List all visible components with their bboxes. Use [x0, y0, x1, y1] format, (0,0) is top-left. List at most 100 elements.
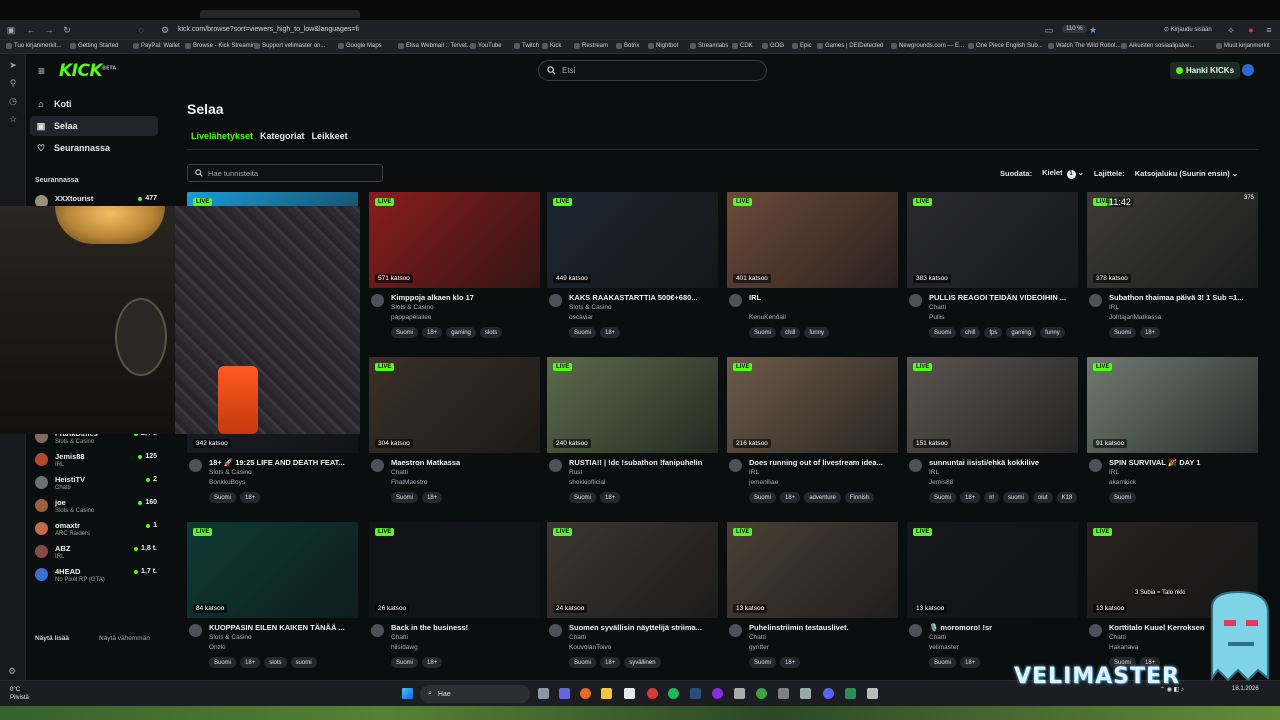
stream-thumbnail[interactable]: LIVE 304 katsoo: [369, 357, 540, 453]
xbox-icon[interactable]: [756, 688, 767, 699]
stream-card[interactable]: LIVE 91 katsoo SPIN SURVIVAL 🎉 DAY 1 IRL aka…: [1087, 357, 1258, 517]
stream-title[interactable]: KUOPPASIN EILEN KAIKEN TÄNÄÄ ...: [209, 623, 357, 632]
stream-tag[interactable]: suomi: [1002, 492, 1029, 503]
stream-tag[interactable]: Suomi: [209, 492, 237, 503]
stream-username[interactable]: jemeniliae: [749, 479, 778, 486]
avatar[interactable]: [549, 624, 562, 637]
stream-tag[interactable]: adventure: [804, 492, 841, 503]
stream-card[interactable]: LIVE 151 katsoo sunnuntai iisisti/ehkä kok…: [907, 357, 1078, 517]
avatar[interactable]: [1089, 624, 1102, 637]
stream-tag[interactable]: chill: [960, 327, 981, 338]
stream-tag[interactable]: suomi: [290, 657, 317, 668]
stream-username[interactable]: Pullis: [929, 314, 945, 321]
stream-tag[interactable]: Suomi: [569, 657, 597, 668]
stream-tag[interactable]: 18+: [600, 327, 621, 338]
bookmark-item[interactable]: GOG: [762, 43, 784, 49]
stream-username[interactable]: FhatMaestro: [391, 479, 428, 486]
avatar[interactable]: [549, 294, 562, 307]
languages-dropdown[interactable]: Kielet 1 ⌄: [1042, 168, 1084, 179]
get-kicks-button[interactable]: Hanki KICKs: [1170, 62, 1241, 79]
avatar[interactable]: [729, 624, 742, 637]
search-input[interactable]: Etsi: [538, 60, 767, 81]
app-icon[interactable]: [800, 688, 811, 699]
sidebar-pin-icon[interactable]: ⚲: [7, 78, 19, 90]
tab-livestreams[interactable]: Livelähetykset: [191, 131, 253, 141]
stream-title[interactable]: Subathon thaimaa päivä 3! 1 Sub =1...: [1109, 293, 1257, 302]
firefox-icon[interactable]: [580, 688, 591, 699]
bookmark-item[interactable]: Twitch: [514, 43, 539, 49]
stream-tag[interactable]: syvällinen: [624, 657, 661, 668]
bookmark-item[interactable]: Botrix: [616, 43, 639, 49]
stream-title[interactable]: SPIN SURVIVAL 🎉 DAY 1: [1109, 458, 1257, 467]
shield-icon[interactable]: ◌: [134, 23, 148, 37]
following-item[interactable]: ABZ IRL 1,8 t.: [35, 543, 157, 563]
stream-tag[interactable]: Suomi: [569, 492, 597, 503]
stream-thumbnail[interactable]: LIVE 216 katsoo: [727, 357, 898, 453]
bookmark-item[interactable]: Browse - Kick Streaming: [185, 43, 259, 49]
stream-category[interactable]: Slots & Casino: [209, 634, 252, 641]
stream-tag[interactable]: Suomi: [391, 492, 419, 503]
stream-category[interactable]: Chatti: [569, 634, 586, 641]
show-less-link[interactable]: Näytä vähemmän: [99, 635, 150, 642]
file-explorer-icon[interactable]: [601, 688, 612, 699]
stream-tag[interactable]: Suomi: [391, 327, 419, 338]
stream-tag[interactable]: olut: [1032, 492, 1053, 503]
stream-tag[interactable]: 18+: [960, 492, 981, 503]
taskbar-search[interactable]: ⌕ Hae: [420, 685, 530, 703]
stream-thumbnail[interactable]: LIVE 383 katsoo: [907, 192, 1078, 288]
stream-title[interactable]: IRL: [749, 293, 897, 302]
stream-thumbnail[interactable]: LIVE 91 katsoo: [1087, 357, 1258, 453]
bookmark-item[interactable]: One Piece English Sub...: [968, 43, 1043, 49]
steam-icon[interactable]: [690, 688, 701, 699]
app-icon[interactable]: [647, 688, 658, 699]
stream-thumbnail[interactable]: LIVE 13 katsoo: [907, 522, 1078, 618]
favorites-icon[interactable]: ☆: [7, 114, 19, 126]
stream-tag[interactable]: Suomi: [749, 327, 777, 338]
avatar[interactable]: [189, 459, 202, 472]
stream-card[interactable]: LIVE 84 katsoo KUOPPASIN EILEN KAIKEN TÄNÄ…: [187, 522, 358, 682]
show-more-link[interactable]: Näytä lisää: [35, 635, 69, 642]
sidebar-nav-icon[interactable]: ➤: [7, 60, 19, 72]
avatar[interactable]: [729, 294, 742, 307]
bookmark-item[interactable]: Tuo kirjanmerkit...: [6, 43, 61, 49]
stream-username[interactable]: hilsidawg: [391, 644, 418, 651]
stream-category[interactable]: IRL: [929, 469, 939, 476]
following-item[interactable]: HeistiTV Chatti 2: [35, 474, 157, 494]
stream-username[interactable]: KenuKendall: [749, 314, 786, 321]
stream-category[interactable]: IRL: [1109, 304, 1119, 311]
stream-title[interactable]: Does running out of livestream idea...: [749, 458, 897, 467]
stream-title[interactable]: Puhelinstriimin testauslivet.: [749, 623, 897, 632]
reload-icon[interactable]: ↻: [60, 23, 74, 37]
stream-username[interactable]: akamkick: [1109, 479, 1136, 486]
stream-tag[interactable]: Suomi: [749, 657, 777, 668]
settings-icon[interactable]: ⚙: [8, 666, 16, 677]
stream-tag[interactable]: K18: [1056, 492, 1078, 503]
stream-thumbnail[interactable]: LIVE 13 katsoo: [727, 522, 898, 618]
stream-thumbnail[interactable]: LIVE 449 katsoo: [547, 192, 718, 288]
url-field[interactable]: kick.com/browse?sort=viewers_high_to_low…: [178, 26, 359, 33]
stream-category[interactable]: Chatti: [929, 304, 946, 311]
stream-tag[interactable]: 18+: [780, 657, 801, 668]
stream-tag[interactable]: irl: [984, 492, 999, 503]
avatar[interactable]: [371, 459, 384, 472]
nav-home[interactable]: ⌂ Koti: [30, 94, 158, 114]
app-icon[interactable]: [778, 688, 789, 699]
history-icon[interactable]: ◷: [7, 96, 19, 108]
stream-title[interactable]: Maestron Matkassa: [391, 458, 539, 467]
stream-tag[interactable]: Suomi: [391, 657, 419, 668]
stream-tag[interactable]: Finnish: [844, 492, 875, 503]
stream-tag[interactable]: Suomi: [749, 492, 777, 503]
stream-card[interactable]: LIVE 240 katsoo RUSTIA!! | !dc !subathon !…: [547, 357, 718, 517]
stream-category[interactable]: Slots & Casino: [569, 304, 612, 311]
bookmark-item[interactable]: Epic: [792, 43, 812, 49]
bookmark-item[interactable]: Aikuisten sosiaalipalve...: [1121, 43, 1194, 49]
bookmark-item[interactable]: PayPal: Wallet: [133, 43, 180, 49]
menu-icon[interactable]: ≡: [1262, 23, 1276, 37]
stream-tag[interactable]: 18+: [1140, 327, 1161, 338]
stream-tag[interactable]: Suomi: [929, 492, 957, 503]
back-icon[interactable]: ←: [24, 23, 38, 37]
spotify-icon[interactable]: [668, 688, 679, 699]
stream-username[interactable]: Hakanava: [1109, 644, 1138, 651]
sidebar-toggle-icon[interactable]: ▣: [4, 23, 18, 37]
stream-username[interactable]: shokkioflicial: [569, 479, 606, 486]
